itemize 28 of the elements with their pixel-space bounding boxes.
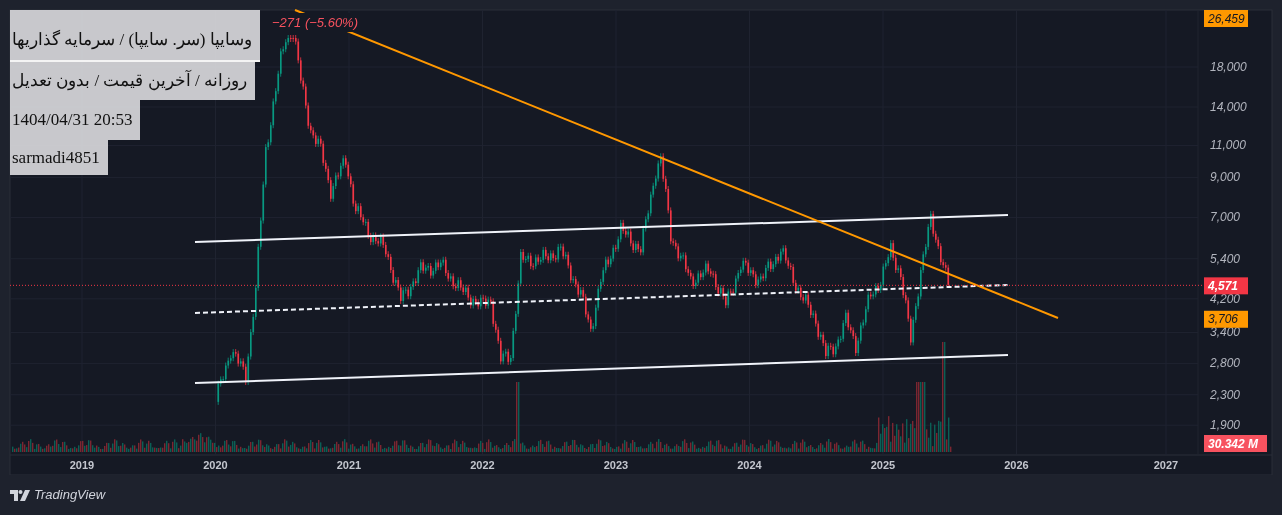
axis-label: 2,300 bbox=[1210, 387, 1241, 402]
note-label: وسایپا (سر. سایپا) / سرمایه گذاریها bbox=[10, 10, 260, 62]
axis-label: 2022 bbox=[470, 459, 495, 471]
axis-label: 2019 bbox=[69, 459, 95, 471]
axis-label: 5,400 bbox=[1210, 251, 1241, 266]
axis-label: 11,000 bbox=[1210, 138, 1246, 153]
axis-label: 2023 bbox=[603, 459, 629, 471]
brand-name[interactable]: TradingView bbox=[34, 485, 106, 505]
axis-label: 2027 bbox=[1153, 459, 1179, 471]
note-label: sarmadi4851 bbox=[10, 140, 108, 175]
axis-label: 2,800 bbox=[1210, 356, 1241, 371]
axis-label: 18,000 bbox=[1210, 60, 1247, 74]
note-label: روزانه / آخرین قیمت / بدون تعدیل bbox=[10, 62, 255, 100]
axis-label: 2024 bbox=[737, 459, 762, 471]
price-tag: 4,571 bbox=[1204, 277, 1248, 295]
axis-label: 2026 bbox=[1004, 459, 1029, 471]
price-tag: 30.342 M bbox=[1204, 435, 1267, 452]
axis-label: 3,400 bbox=[1210, 325, 1241, 340]
axis-label: 2020 bbox=[203, 459, 228, 471]
axis-label: 2025 bbox=[870, 459, 896, 471]
axis-label: 9,000 bbox=[1210, 170, 1241, 185]
axis-label: 1,900 bbox=[1210, 418, 1241, 433]
price-tag: 26,459 bbox=[1204, 10, 1248, 27]
axis-label: 7,000 bbox=[1210, 210, 1241, 225]
note-label: 1404/04/31 20:53 bbox=[10, 100, 141, 140]
axis-label: 14,000 bbox=[1210, 100, 1247, 115]
axis-label: 2021 bbox=[336, 459, 362, 471]
price-change: −271 (−5.60%) bbox=[272, 15, 358, 30]
